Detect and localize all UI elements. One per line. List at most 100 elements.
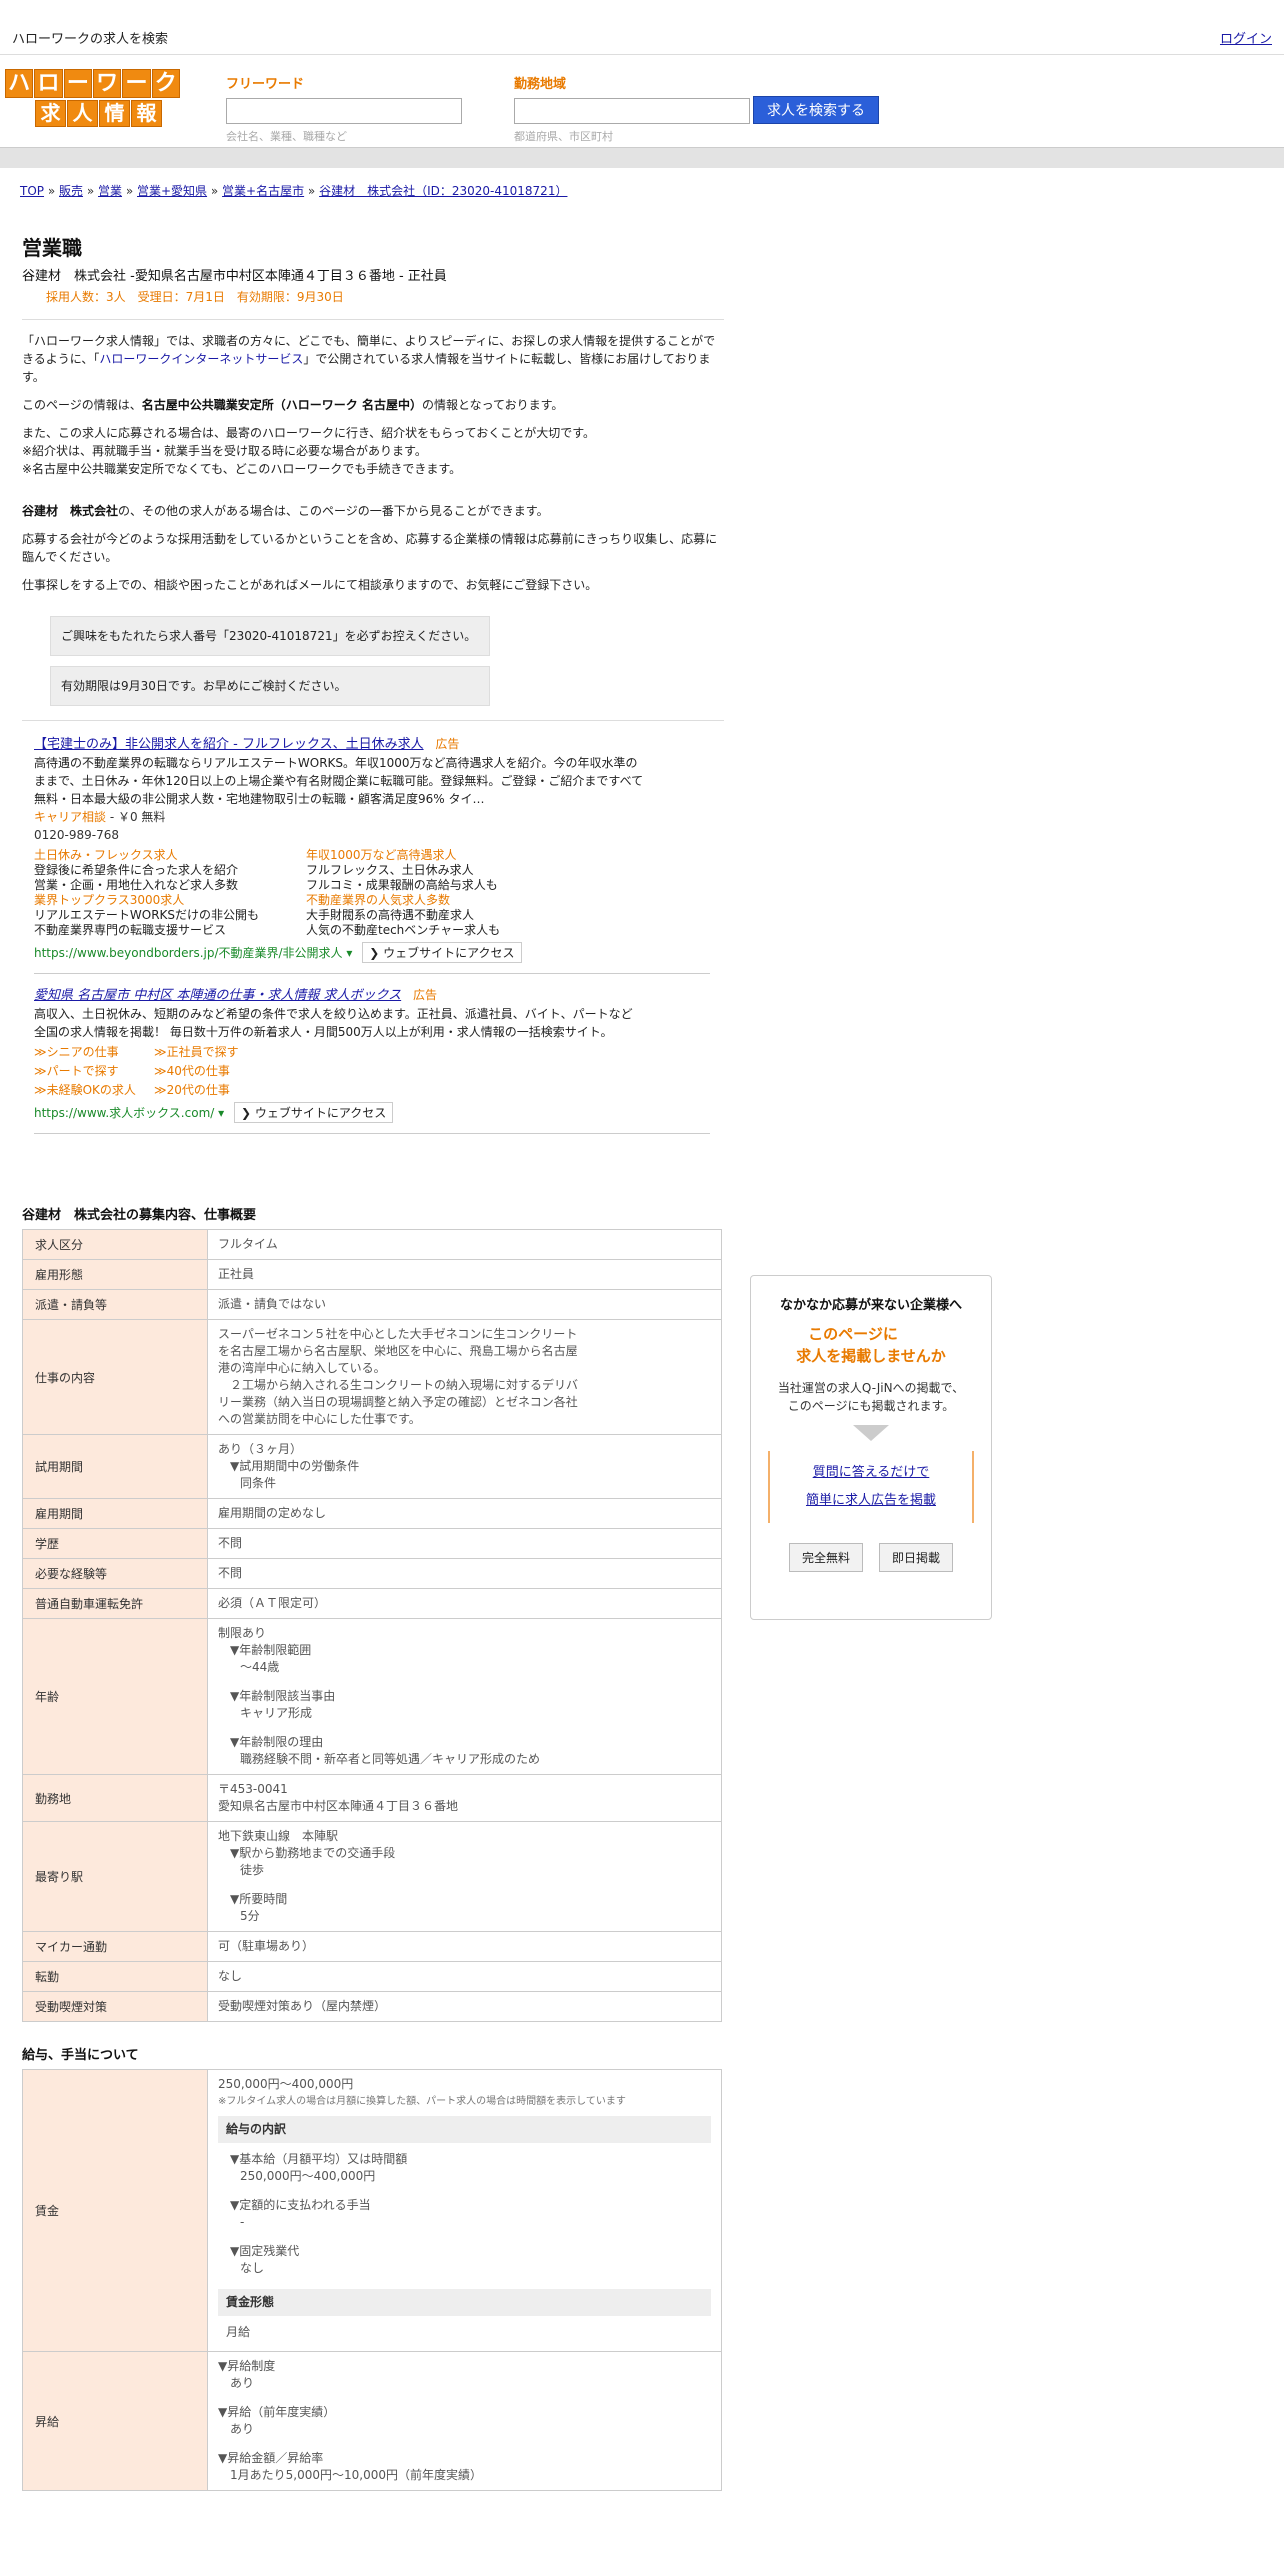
table-row: 試用期間 あり（３ヶ月） ▼試用期間中の労働条件 同条件 xyxy=(22,1434,722,1499)
job-number-note: ご興味をもたれたら求人番号「23020-41018721」を必ずお控えください。 xyxy=(50,616,490,656)
overview-table: 求人区分 フルタイム 雇用形態 正社員 派遣・請負等 派遣・請負ではない 仕事の内容 … xyxy=(22,1229,722,2022)
ad-extension-text: - ￥0 無料 xyxy=(106,810,166,824)
ad-url[interactable]: https://www.求人ボックス.com/ xyxy=(34,1106,214,1120)
site-title[interactable]: ハローワークの求人を検索 xyxy=(12,28,168,47)
row-value: スーパーゼネコン５社を中心とした大手ゼネコンに生コンクリート を名古屋工場から名… xyxy=(207,1319,722,1435)
ad-quick-link[interactable]: ≫20代の仕事 xyxy=(154,1081,294,1100)
ad-quick-link[interactable]: ≫正社員で探す xyxy=(154,1043,294,1062)
value-line: あり xyxy=(230,2376,255,2390)
wage-note: ※フルタイム求人の場合は月額に換算した額、パート求人の場合は時間額を表示していま… xyxy=(218,2096,626,2107)
logo-char: 情 xyxy=(99,100,130,127)
ad-quick-link[interactable]: ≫40代の仕事 xyxy=(154,1062,294,1081)
logo-char: ク xyxy=(151,69,180,98)
table-row: 勤務地 〒453-0041 愛知県名古屋市中村区本陣通４丁目３６番地 xyxy=(22,1774,722,1822)
value-line: ▼所要時間 xyxy=(230,1892,288,1906)
chevron-down-icon[interactable]: ▾ xyxy=(218,1106,224,1120)
row-value: 250,000円〜400,000円 ※フルタイム求人の場合は月額に換算した額、パ… xyxy=(207,2069,722,2352)
sitelink-desc: 不動産業界専門の転職支援サービス xyxy=(34,923,227,937)
deadline-note: 有効期限は9月30日です。お早めにご検討ください。 xyxy=(50,666,490,706)
wage-range: 250,000円〜400,000円 xyxy=(218,2077,354,2091)
breadcrumb: TOP » 販売 » 営業 » 営業+愛知県 » 営業+名古屋市 » 谷建材 株… xyxy=(20,184,568,198)
divider xyxy=(22,720,724,721)
area-input[interactable] xyxy=(514,98,750,124)
header: ハ ロ ー ワ ー ク 求 人 情 報 フリーワード 会社名、業種、職種など 勤… xyxy=(0,55,1284,147)
keyword-hint: 会社名、業種、職種など xyxy=(226,130,347,143)
chevron-down-icon[interactable]: ▾ xyxy=(346,946,352,960)
ad-title-link[interactable]: 愛知県 名古屋市 中村区 本陣通の仕事・求人情報 求人ボックス xyxy=(34,988,401,1003)
ad-phone[interactable]: 0120-989-768 xyxy=(34,826,724,844)
promo-lead-line: このページに xyxy=(808,1325,898,1343)
ad-extension-link[interactable]: キャリア相談 xyxy=(34,810,106,824)
logo-char: 人 xyxy=(67,100,98,127)
value-line: - xyxy=(240,2215,245,2229)
ad-badge: 広告 xyxy=(435,737,460,751)
job-description-line: への営業訪問を中心にした仕事です。 xyxy=(218,1412,421,1426)
sitelink-title[interactable]: 年収1000万など高待遇求人 xyxy=(306,848,578,863)
ad-title-link[interactable]: 【宅建士のみ】非公開求人を紹介 - フルフレックス、土日休み求人 xyxy=(34,737,424,752)
table-row: 学歴 不問 xyxy=(22,1528,722,1559)
value-line: なし xyxy=(240,2261,265,2275)
referral-line: ※名古屋中公共職業安定所でなくても、どこのハローワークでも手続きできます。 xyxy=(22,462,462,476)
value-line: 250,000円〜400,000円 xyxy=(240,2169,376,2183)
row-value: 必須（ＡＴ限定可） xyxy=(207,1588,722,1619)
table-row: 普通自動車運転免許 必須（ＡＴ限定可） xyxy=(22,1588,722,1619)
sitelink-title[interactable]: 不動産業界の人気求人多数 xyxy=(306,893,578,908)
ad-quick-link[interactable]: ≫シニアの仕事 xyxy=(34,1043,154,1062)
company-line: 谷建材 株式会社 -愛知県名古屋市中村区本陣通４丁目３６番地 - 正社員 xyxy=(22,269,447,284)
visit-website-button[interactable]: ❯ ウェブサイトにアクセス xyxy=(233,1102,394,1123)
visit-website-button[interactable]: ❯ ウェブサイトにアクセス xyxy=(362,942,522,963)
row-label: 試用期間 xyxy=(22,1434,208,1499)
breadcrumb-sales[interactable]: 販売 xyxy=(59,184,83,198)
row-label: 雇用形態 xyxy=(22,1259,208,1290)
row-label: 雇用期間 xyxy=(22,1498,208,1529)
breadcrumb-company[interactable]: 谷建材 株式会社（ID：23020-41018721） xyxy=(319,184,567,198)
office-name: 名古屋中公共職業安定所（ハローワーク 名古屋中） xyxy=(141,398,422,412)
source-text: の情報となっております。 xyxy=(421,398,564,412)
value-line: 制限あり xyxy=(218,1626,267,1640)
table-row: 賃金 250,000円〜400,000円 ※フルタイム求人の場合は月額に換算した… xyxy=(22,2069,722,2352)
wage-breakdown-heading: 給与の内訳 xyxy=(218,2116,711,2143)
promo-body-line: 当社運営の求人Q-JiNへの掲載で、 xyxy=(777,1381,965,1395)
area-search: 勤務地域 都道府県、市区町村 xyxy=(514,73,750,144)
ad-sitelink[interactable]: 業界トップクラス3000求人 リアルエステートWORKSだけの非公開も 不動産業… xyxy=(34,893,306,938)
promo-title: なかなか応募が来ない企業様へ xyxy=(779,1298,962,1313)
sitelink-title[interactable]: 土日休み・フレックス求人 xyxy=(34,848,306,863)
breadcrumb-eigyo[interactable]: 営業 xyxy=(98,184,122,198)
promo-badges: 完全無料 即日掲載 xyxy=(751,1543,991,1572)
consult-paragraph: 仕事探しをする上での、相談や困ったことがあればメールにて相談承りますので、お気軽… xyxy=(22,578,598,592)
row-label: マイカー通勤 xyxy=(22,1931,208,1962)
row-label: 必要な経験等 xyxy=(22,1558,208,1589)
breadcrumb-aichi[interactable]: 営業+愛知県 xyxy=(137,184,207,198)
same-day-badge[interactable]: 即日掲載 xyxy=(879,1543,954,1572)
ad-sitelink[interactable]: 年収1000万など高待遇求人 フルフレックス、土日休み求人 フルコミ・成果報酬の… xyxy=(306,848,578,893)
table-row: 年齢 制限あり ▼年齢制限範囲 〜44歳 ▼年齢制限該当事由 キャリア形成 ▼年… xyxy=(22,1618,722,1775)
value-line: 1月あたり5,000円〜10,000円（前年度実績） xyxy=(230,2468,482,2482)
ad-url[interactable]: https://www.beyondborders.jp/不動産業界/非公開求人 xyxy=(34,946,343,960)
ad-quick-link[interactable]: ≫未経験OKの求人 xyxy=(34,1081,154,1100)
login-link[interactable]: ログイン xyxy=(1220,28,1272,47)
value-line: ▼基本給（月額平均）又は時間額 xyxy=(230,2152,408,2166)
row-value: 雇用期間の定めなし xyxy=(207,1498,722,1529)
hellowork-service-link[interactable]: ハローワークインターネットサービス xyxy=(99,352,303,366)
table-row: マイカー通勤 可（駐車場あり） xyxy=(22,1931,722,1962)
breadcrumb-top[interactable]: TOP xyxy=(20,184,44,198)
ad-block: 【宅建士のみ】非公開求人を紹介 - フルフレックス、土日休み求人 広告 高待遇の… xyxy=(34,733,724,963)
keyword-input[interactable] xyxy=(226,98,462,124)
site-logo[interactable]: ハ ロ ー ワ ー ク 求 人 情 報 xyxy=(5,69,181,127)
ad-quick-link[interactable]: ≫パートで探す xyxy=(34,1062,154,1081)
main-content: 営業職 谷建材 株式会社 -愛知県名古屋市中村区本陣通４丁目３６番地 - 正社員… xyxy=(22,232,724,2491)
promo-link-post-ad[interactable]: 簡単に求人広告を掲載 xyxy=(770,1487,972,1515)
area-label: 勤務地域 xyxy=(514,77,567,92)
value-line: あり xyxy=(230,2422,255,2436)
promo-link-questions[interactable]: 質問に答えるだけで xyxy=(770,1459,972,1487)
job-meta: 採用人数：3人 受理日：7月1日 有効期限：9月30日 xyxy=(46,290,344,304)
row-value: 受動喫煙対策あり（屋内禁煙） xyxy=(207,1991,722,2022)
free-badge[interactable]: 完全無料 xyxy=(788,1543,863,1572)
search-button[interactable]: 求人を検索する xyxy=(753,96,879,124)
ad-sitelink[interactable]: 不動産業界の人気求人多数 大手財閥系の高待遇不動産求人 人気の不動産techベン… xyxy=(306,893,578,938)
ad-sitelink[interactable]: 土日休み・フレックス求人 登録後に希望条件に合った求人を紹介 営業・企画・用地仕… xyxy=(34,848,306,893)
row-label: 昇給 xyxy=(22,2351,208,2491)
breadcrumb-nagoya[interactable]: 営業+名古屋市 xyxy=(222,184,304,198)
row-label: 派遣・請負等 xyxy=(22,1289,208,1320)
sitelink-title[interactable]: 業界トップクラス3000求人 xyxy=(34,893,306,908)
